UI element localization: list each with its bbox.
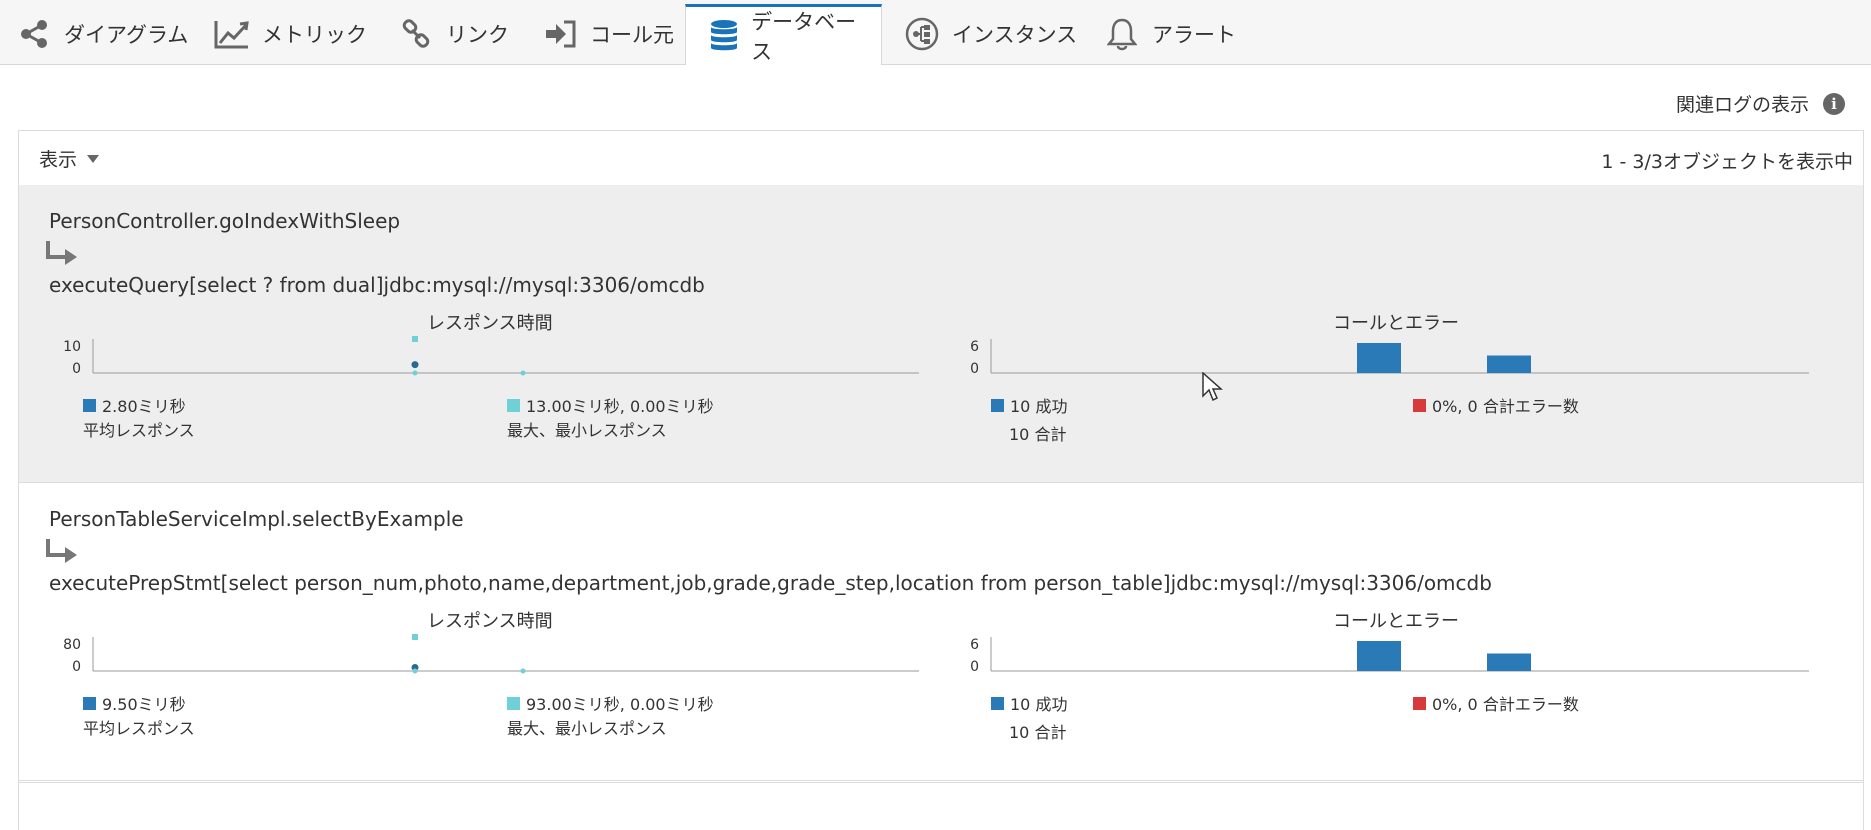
legend-swatch <box>1413 398 1426 412</box>
tab-bar: ダイアグラム メトリック リンク コール元 データベース インスタンス アラート <box>0 0 1871 65</box>
error-count: 0%, 0 合計エラー数 <box>1432 397 1579 416</box>
total-count: 10 合計 <box>1009 723 1067 742</box>
min-response-point <box>520 370 526 376</box>
legend-swatch <box>83 398 96 412</box>
maxmin-response-label: 最大、最小レスポンス <box>507 421 667 440</box>
response-time-chart <box>92 336 919 376</box>
avg-response-point <box>411 361 419 369</box>
maxmin-response-legend: 93.00ミリ秒, 0.00ミリ秒 <box>507 691 714 715</box>
view-dropdown[interactable]: 表示 <box>39 145 100 172</box>
legend-swatch <box>1413 696 1426 710</box>
y-tick-label: 10 <box>63 339 81 355</box>
legend-swatch <box>991 398 1004 412</box>
tab-label: インスタンス <box>952 23 1078 47</box>
caret-down-icon <box>87 154 100 163</box>
panel-header: 表示 1 - 3/3オブジェクトを表示中 <box>19 131 1863 186</box>
min-response-point <box>520 668 526 674</box>
tab-label: コール元 <box>590 23 674 47</box>
query-text: executeQuery[select ? from dual]jdbc:mys… <box>49 273 705 297</box>
avg-response-label: 平均レスポンス <box>83 421 195 440</box>
caller-name: PersonTableServiceImpl.selectByExample <box>49 507 464 531</box>
min-response-point <box>412 668 418 674</box>
tab-metrics[interactable]: メトリック <box>214 4 367 64</box>
calls-bar <box>1357 343 1401 373</box>
calls-bar <box>1357 641 1401 671</box>
legend-swatch <box>507 696 520 710</box>
y-tick-label: 6 <box>970 637 979 653</box>
tab-label: リンク <box>446 23 509 47</box>
avg-response-value: 2.80ミリ秒 <box>102 397 186 416</box>
legend-swatch <box>991 696 1004 710</box>
y-tick-label: 0 <box>72 361 81 377</box>
y-tick-label: 80 <box>63 637 81 653</box>
response-time-chart <box>92 634 919 674</box>
maxmin-response-value: 13.00ミリ秒, 0.00ミリ秒 <box>526 397 714 416</box>
info-icon[interactable]: i <box>1823 92 1845 115</box>
tab-label: データベース <box>751 10 857 64</box>
share-icon <box>16 16 52 52</box>
calls-bar <box>1487 653 1531 671</box>
instance-icon <box>904 16 940 52</box>
y-tick-label: 0 <box>72 659 81 675</box>
y-tick-label: 6 <box>970 339 979 355</box>
y-tick-label: 0 <box>970 659 979 675</box>
legend-swatch <box>83 696 96 710</box>
max-response-point <box>412 336 418 342</box>
calls-chart-title: コールとエラー <box>1333 611 1459 632</box>
tab-database[interactable]: データベース <box>685 4 882 65</box>
line-chart-icon <box>214 16 250 52</box>
tab-alerts[interactable]: アラート <box>1104 4 1236 64</box>
error-legend: 0%, 0 合計エラー数 <box>1413 691 1579 715</box>
error-count: 0%, 0 合計エラー数 <box>1432 695 1579 714</box>
avg-response-legend: 9.50ミリ秒 <box>83 691 186 715</box>
success-legend: 10 成功 <box>991 691 1067 715</box>
level-down-arrow-icon <box>46 241 77 265</box>
maxmin-response-legend: 13.00ミリ秒, 0.00ミリ秒 <box>507 393 714 417</box>
success-count: 10 成功 <box>1010 397 1068 416</box>
calls-bar <box>1487 355 1531 373</box>
avg-response-value: 9.50ミリ秒 <box>102 695 186 714</box>
avg-response-label: 平均レスポンス <box>83 719 195 738</box>
total-count: 10 合計 <box>1009 425 1067 444</box>
error-legend: 0%, 0 合計エラー数 <box>1413 393 1579 417</box>
tab-label: メトリック <box>262 23 367 47</box>
response-chart-title: レスポンス時間 <box>427 611 553 632</box>
caller-name: PersonController.goIndexWithSleep <box>49 209 401 233</box>
bell-icon <box>1104 16 1140 52</box>
database-call-row[interactable]: PersonController.goIndexWithSleep execut… <box>19 185 1863 483</box>
maxmin-response-value: 93.00ミリ秒, 0.00ミリ秒 <box>526 695 714 714</box>
calls-chart-title: コールとエラー <box>1333 313 1459 334</box>
max-response-point <box>412 634 418 640</box>
legend-swatch <box>507 398 520 412</box>
avg-response-legend: 2.80ミリ秒 <box>83 393 186 417</box>
object-count: 1 - 3/3オブジェクトを表示中 <box>1601 151 1853 173</box>
response-chart-title: レスポンス時間 <box>427 313 553 334</box>
query-text: executePrepStmt[select person_num,photo,… <box>49 571 1492 595</box>
mouse-cursor-icon <box>1202 372 1223 402</box>
link-icon <box>398 16 434 52</box>
next-row-partial <box>18 782 1864 802</box>
calls-errors-chart <box>990 339 1809 374</box>
database-panel: 表示 1 - 3/3オブジェクトを表示中 PersonController.go… <box>18 130 1864 830</box>
tab-callers[interactable]: コール元 <box>542 4 674 64</box>
calls-errors-chart <box>990 637 1809 672</box>
related-log-link[interactable]: 関連ログの表示 i <box>1676 90 1845 117</box>
tab-diagram[interactable]: ダイアグラム <box>16 4 188 64</box>
success-count: 10 成功 <box>1010 695 1068 714</box>
tab-instances[interactable]: インスタンス <box>904 4 1077 64</box>
view-dropdown-label: 表示 <box>39 149 78 171</box>
related-log-label: 関連ログの表示 <box>1675 94 1809 116</box>
y-tick-label: 0 <box>970 361 979 377</box>
database-icon <box>708 18 739 54</box>
success-legend: 10 成功 <box>991 393 1067 417</box>
tab-links[interactable]: リンク <box>398 4 509 64</box>
tab-label: ダイアグラム <box>64 23 189 47</box>
level-down-arrow-icon <box>46 539 77 563</box>
min-response-point <box>412 370 418 376</box>
sign-in-icon <box>542 16 578 52</box>
maxmin-response-label: 最大、最小レスポンス <box>507 719 667 738</box>
tab-label: アラート <box>1152 23 1236 47</box>
database-call-row[interactable]: PersonTableServiceImpl.selectByExample e… <box>19 483 1863 781</box>
